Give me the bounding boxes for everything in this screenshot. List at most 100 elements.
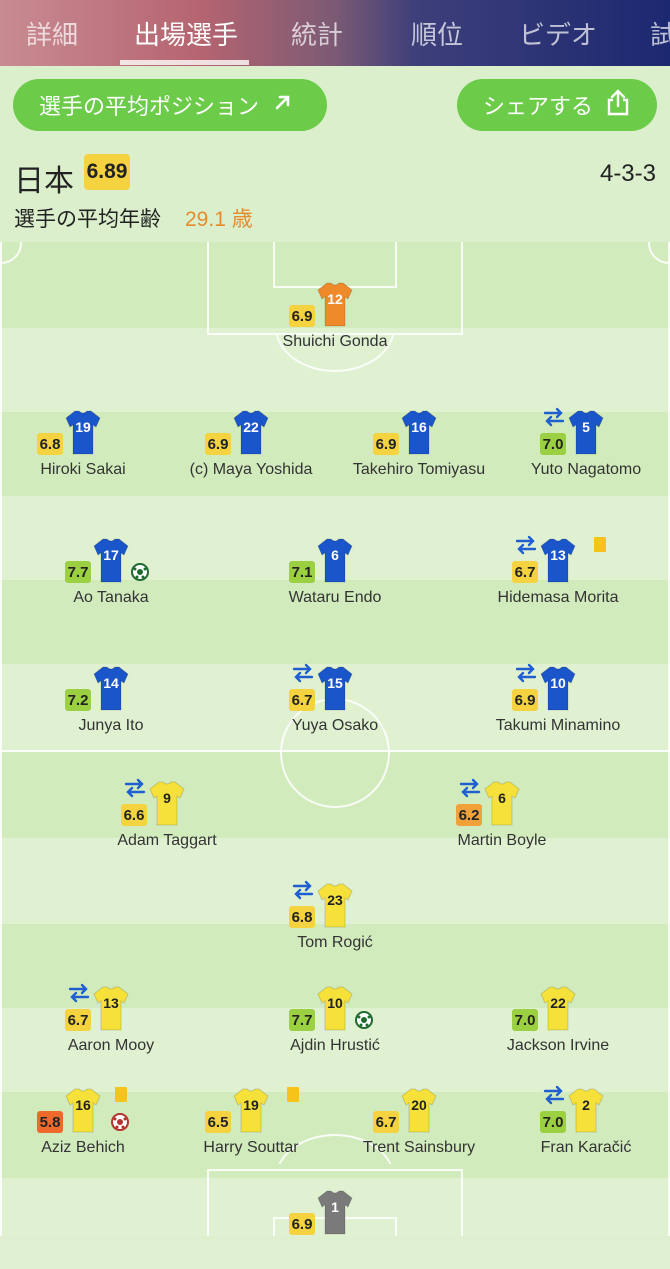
tab-lineups[interactable]: 出場選手: [134, 15, 238, 52]
player-rating: 6.8: [289, 906, 315, 928]
share-label: シェアする: [483, 94, 594, 119]
player-card[interactable]: 16 5.8 Aziz Behich: [3, 1087, 163, 1167]
player-card[interactable]: 16 6.9 Takehiro Tomiyasu: [339, 409, 499, 489]
jersey-number: 13: [550, 547, 566, 563]
substitution-icon: [291, 880, 315, 900]
player-card[interactable]: 23 6.8 Tom Rogić: [255, 880, 415, 962]
jersey-number: 19: [75, 419, 91, 435]
player-rating: 7.2: [65, 689, 91, 711]
jersey-icon: 19: [233, 1087, 269, 1133]
player-rating: 6.2: [456, 804, 482, 826]
player-name: Shuichi Gonda: [282, 333, 388, 350]
jersey-icon: 10: [540, 665, 576, 711]
jersey-icon: 16: [401, 409, 437, 455]
jersey-number: 22: [243, 419, 259, 435]
average-position-button[interactable]: 選手の平均ポジション: [13, 79, 327, 131]
tab-match[interactable]: 試: [650, 15, 670, 52]
player-name: Yuto Nagatomo: [530, 461, 642, 478]
jersey-number: 10: [550, 675, 566, 691]
player-name: Jackson Irvine: [506, 1037, 610, 1054]
player-card[interactable]: 10 6.9 Takumi Minamino: [478, 663, 638, 745]
substitution-icon: [542, 1085, 566, 1105]
tab-video[interactable]: ビデオ: [519, 15, 597, 52]
player-card[interactable]: 6 7.1 Wataru Endo: [255, 537, 415, 617]
jersey-icon: 14: [93, 665, 129, 711]
player-card[interactable]: 22 6.9 (c) Maya Yoshida: [171, 409, 331, 489]
jersey-number: 6: [331, 547, 339, 563]
jersey-icon: 15: [317, 665, 353, 711]
jersey-number: 17: [103, 547, 119, 563]
player-card[interactable]: 13 6.7 Hidemasa Morita: [478, 535, 638, 617]
jersey-icon: 23: [317, 882, 353, 928]
jersey-number: 23: [327, 892, 343, 908]
tab-details[interactable]: 詳細: [26, 15, 78, 52]
substitution-icon: [514, 535, 538, 555]
player-card[interactable]: 15 6.7 Yuya Osako: [255, 663, 415, 745]
player-name: Tom Rogić: [297, 934, 373, 951]
jersey-number: 13: [103, 995, 119, 1011]
player-card[interactable]: 1 6.9: [255, 1189, 415, 1269]
jersey-icon: 20: [401, 1087, 437, 1133]
jersey-icon: 16: [65, 1087, 101, 1133]
player-name: Fran Karačić: [540, 1139, 632, 1156]
jersey-icon: 22: [233, 409, 269, 455]
substitution-icon: [67, 983, 91, 1003]
average-age-label: 選手の平均年齢: [14, 208, 161, 231]
jersey-icon: 12: [317, 281, 353, 327]
player-rating: 6.9: [512, 689, 538, 711]
player-name: Ajdin Hrustić: [290, 1037, 380, 1054]
player-card[interactable]: 14 7.2 Junya Ito: [31, 665, 191, 745]
jersey-icon: 6: [484, 780, 520, 826]
jersey-number: 19: [243, 1097, 259, 1113]
player-card[interactable]: 19 6.8 Hiroki Sakai: [3, 409, 163, 489]
player-card[interactable]: 20 6.7 Trent Sainsbury: [339, 1087, 499, 1167]
player-rating: 6.7: [65, 1009, 91, 1031]
player-name: Ao Tanaka: [73, 589, 149, 606]
player-rating: 6.7: [289, 689, 315, 711]
tab-standings[interactable]: 順位: [411, 15, 463, 52]
jersey-icon: 9: [149, 780, 185, 826]
player-rating: 7.0: [512, 1009, 538, 1031]
jersey-number: 14: [103, 675, 119, 691]
yellow-card-icon: [287, 1087, 299, 1102]
player-card[interactable]: 5 7.0 Yuto Nagatomo: [506, 407, 666, 489]
player-rating: 7.7: [65, 561, 91, 583]
player-card[interactable]: 22 7.0 Jackson Irvine: [478, 985, 638, 1065]
player-card[interactable]: 10 7.7 Ajdin Hrustić: [255, 985, 415, 1065]
yellow-card-icon: [115, 1087, 127, 1102]
player-name: Wataru Endo: [288, 589, 382, 606]
player-rating: 7.7: [289, 1009, 315, 1031]
jersey-icon: 1: [317, 1189, 353, 1235]
player-card[interactable]: 6 6.2 Martin Boyle: [422, 778, 582, 860]
player-rating: 6.7: [373, 1111, 399, 1133]
team-name: 日本: [14, 165, 74, 198]
active-tab-indicator: [120, 60, 249, 65]
player-card[interactable]: 12 6.9 Shuichi Gonda: [255, 281, 415, 361]
jersey-icon: 13: [93, 985, 129, 1031]
player-card[interactable]: 13 6.7 Aaron Mooy: [31, 983, 191, 1065]
player-rating: 6.7: [512, 561, 538, 583]
jersey-icon: 19: [65, 409, 101, 455]
substitution-icon: [458, 778, 482, 798]
player-rating: 6.9: [205, 433, 231, 455]
tab-stats[interactable]: 統計: [291, 15, 343, 52]
player-card[interactable]: 19 6.5 Harry Souttar: [171, 1087, 331, 1167]
player-rating: 5.8: [37, 1111, 63, 1133]
player-card[interactable]: 2 7.0 Fran Karačić: [506, 1085, 666, 1167]
player-name: Yuya Osako: [291, 717, 379, 734]
player-rating: 6.9: [289, 1213, 315, 1235]
jersey-number: 6: [498, 790, 506, 806]
jersey-number: 5: [582, 419, 590, 435]
player-card[interactable]: 9 6.6 Adam Taggart: [87, 778, 247, 860]
jersey-number: 9: [163, 790, 171, 806]
tab-bar: 詳細 出場選手 統計 順位 ビデオ 試: [0, 0, 670, 66]
average-position-label: 選手の平均ポジション: [39, 94, 260, 119]
own-goal-icon: [111, 1113, 129, 1131]
share-icon: [607, 88, 629, 123]
share-button[interactable]: シェアする: [457, 79, 657, 131]
arrow-up-right-icon: [273, 91, 293, 119]
player-rating: 6.8: [37, 433, 63, 455]
player-name: Aaron Mooy: [67, 1037, 155, 1054]
formation: 4-3-3: [599, 160, 656, 187]
player-card[interactable]: 17 7.7 Ao Tanaka: [31, 537, 191, 617]
